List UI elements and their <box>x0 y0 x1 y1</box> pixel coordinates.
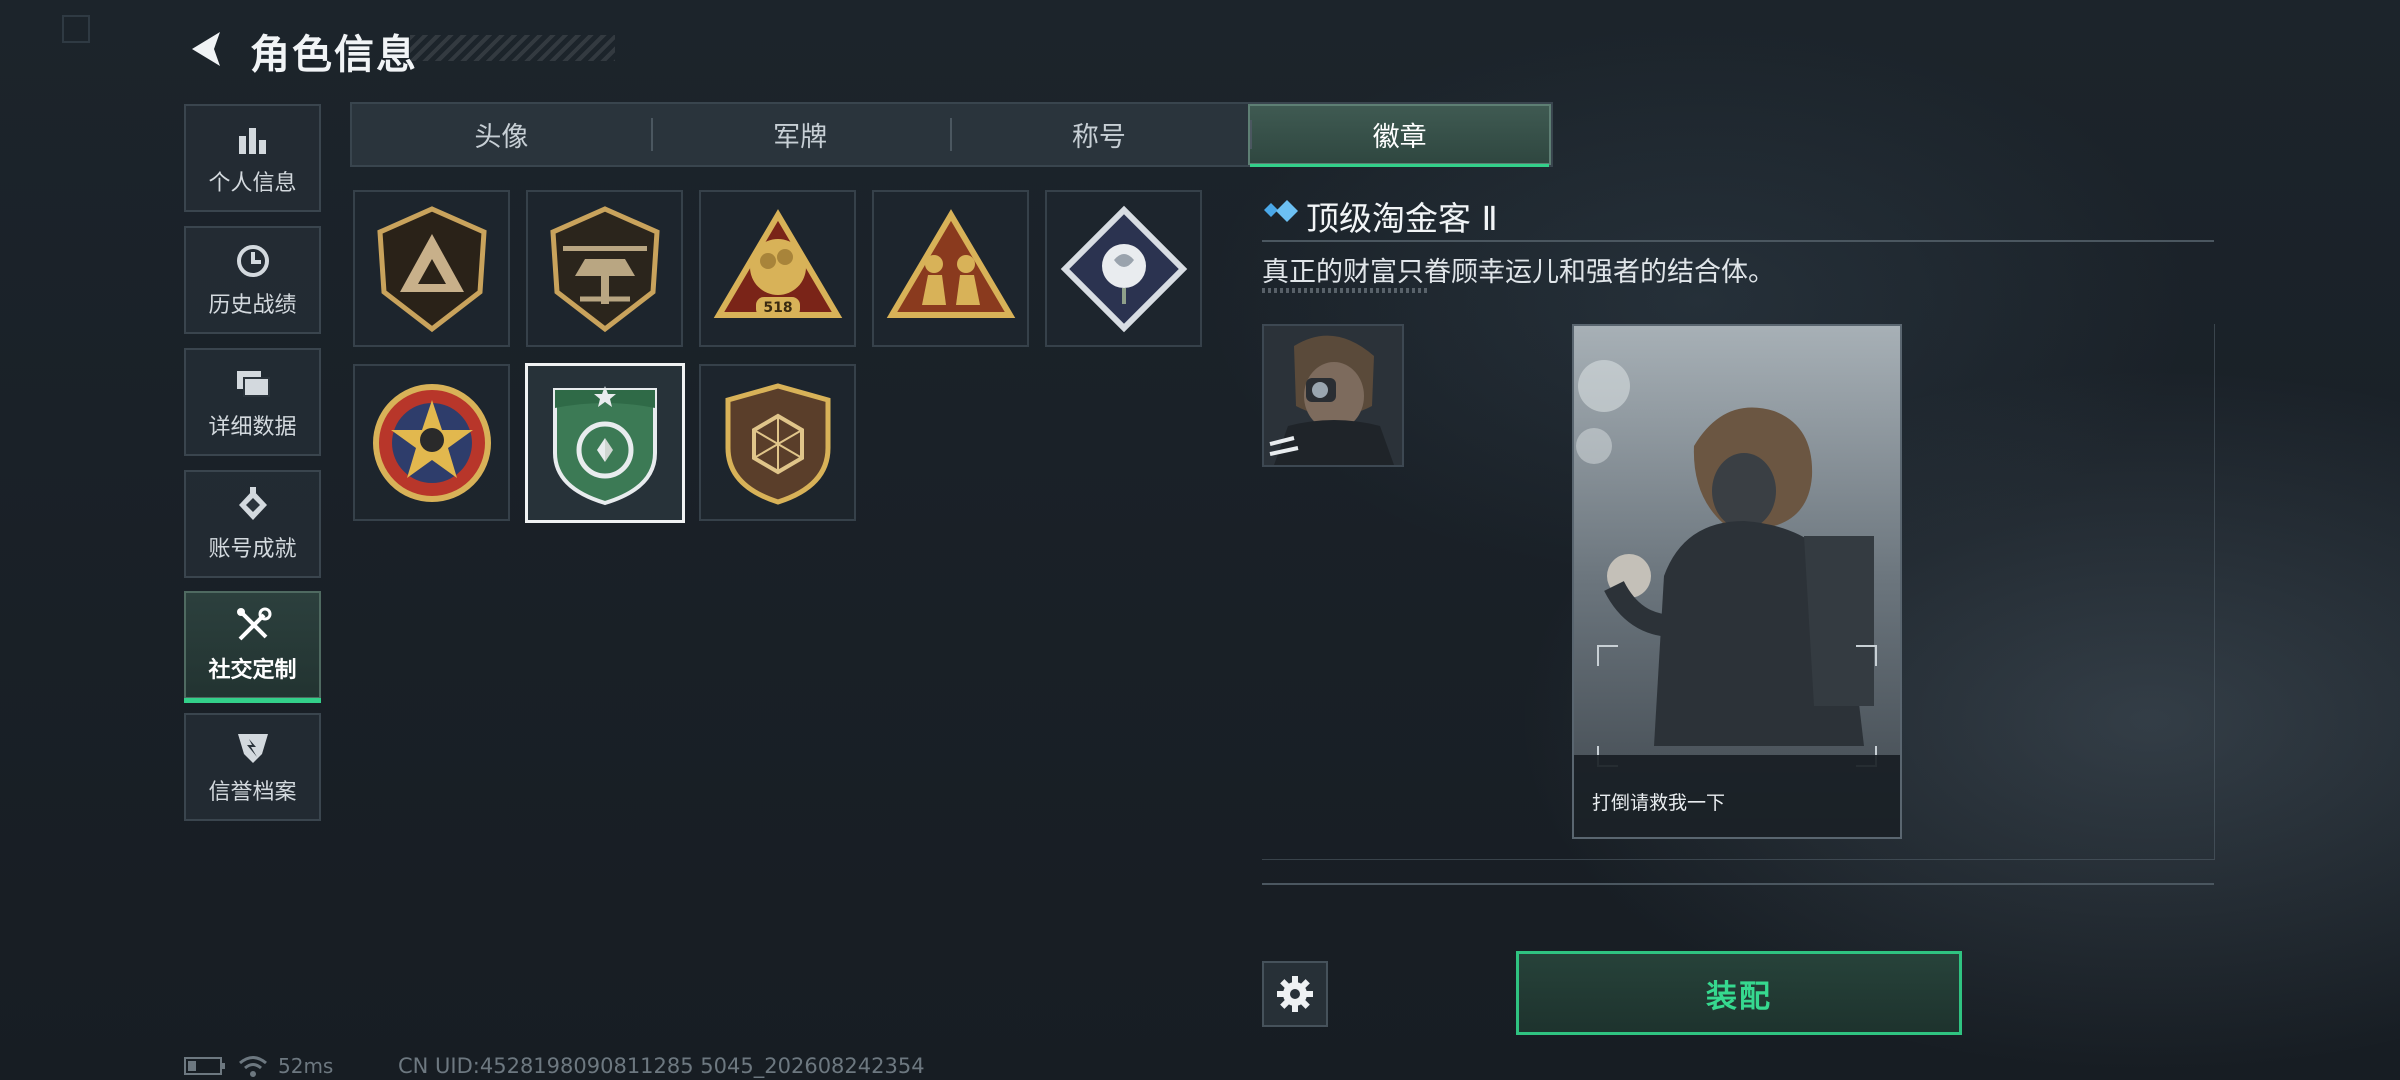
divider <box>1262 883 2214 885</box>
sidebar-item-social-custom[interactable]: 社交定制 <box>184 591 321 703</box>
wifi-icon <box>239 1056 267 1077</box>
star-skull-roundel-badge-icon <box>372 383 491 502</box>
badge-item[interactable] <box>353 190 510 347</box>
sidebar-item-achievements[interactable]: 账号成就 <box>184 470 321 578</box>
settings-button[interactable] <box>1262 961 1328 1027</box>
badge-description: 真正的财富只眷顾幸运儿和强者的结合体。 <box>1262 257 1775 288</box>
gear-icon <box>1277 976 1313 1012</box>
sidebar-item-label: 账号成就 <box>208 537 297 562</box>
battery-icon <box>184 1057 225 1075</box>
helicopter-badge-icon <box>549 205 660 332</box>
badge-item[interactable] <box>1045 190 1202 347</box>
card-caption: 打倒请救我一下 <box>1592 792 1726 814</box>
ping-text: 52ms <box>278 1054 334 1078</box>
divider <box>1262 240 2214 242</box>
bar-chart-icon <box>233 119 273 159</box>
character-preview-card: 打倒请救我一下 <box>1572 324 1902 839</box>
tab-badge[interactable]: 徽章 <box>1248 104 1551 167</box>
category-tabs: 头像 军牌 称号 徽章 <box>350 102 1553 167</box>
sidebar-item-label: 历史战绩 <box>208 293 297 318</box>
tab-dogtag[interactable]: 军牌 <box>650 104 950 165</box>
badge-name: 顶级淘金客 Ⅱ <box>1306 199 1498 238</box>
tab-title[interactable]: 称号 <box>949 104 1249 165</box>
sidebar-item-label: 个人信息 <box>208 171 297 196</box>
badge-518-text: 518 <box>763 300 792 316</box>
sidebar-item-label: 信誉档案 <box>208 780 297 805</box>
achievement-icon <box>233 485 273 525</box>
sidebar-item-label: 详细数据 <box>208 415 297 440</box>
status-bar: 52ms <box>184 1054 333 1078</box>
uid-text: CN UID:4528198090811285 5045_20260824235… <box>398 1054 925 1078</box>
sidebar-item-personal-info[interactable]: 个人信息 <box>184 104 321 212</box>
sidebar-item-reputation[interactable]: 信誉档案 <box>184 713 321 821</box>
badge-item-selected[interactable] <box>525 363 685 523</box>
title-decoration <box>410 35 615 61</box>
sidebar-item-label: 社交定制 <box>208 658 297 683</box>
tools-icon <box>233 606 273 646</box>
equip-button-label: 装配 <box>1706 978 1772 1015</box>
tab-avatar[interactable]: 头像 <box>352 104 651 165</box>
hexagon-shield-badge-icon <box>725 382 830 505</box>
badge-item[interactable]: 518 <box>699 190 856 347</box>
page-title: 角色信息 <box>250 32 418 78</box>
avatar <box>1262 324 1404 467</box>
badge-item[interactable] <box>353 364 510 521</box>
badge-item[interactable] <box>872 190 1029 347</box>
triangle-shield-badge-icon <box>376 205 487 332</box>
back-arrow-icon[interactable] <box>186 28 226 70</box>
sidebar-item-history[interactable]: 历史战绩 <box>184 226 321 334</box>
green-shield-badge-icon <box>553 386 657 506</box>
badge-item[interactable] <box>699 364 856 521</box>
reputation-shield-icon <box>233 728 273 768</box>
rarity-diamond-icon <box>1262 200 1300 226</box>
squad-triangle-badge-icon <box>886 208 1015 318</box>
badge-item[interactable] <box>526 190 683 347</box>
history-clock-icon <box>233 241 273 281</box>
sidebar-item-detail-data[interactable]: 详细数据 <box>184 348 321 456</box>
equip-button[interactable]: 装配 <box>1516 951 1962 1035</box>
rose-diamond-badge-icon <box>1060 205 1187 332</box>
corner-marker <box>62 15 90 43</box>
folder-icon <box>233 363 273 403</box>
fist-518-badge-icon: 518 <box>713 208 842 318</box>
dotted-underline <box>1262 288 1430 293</box>
